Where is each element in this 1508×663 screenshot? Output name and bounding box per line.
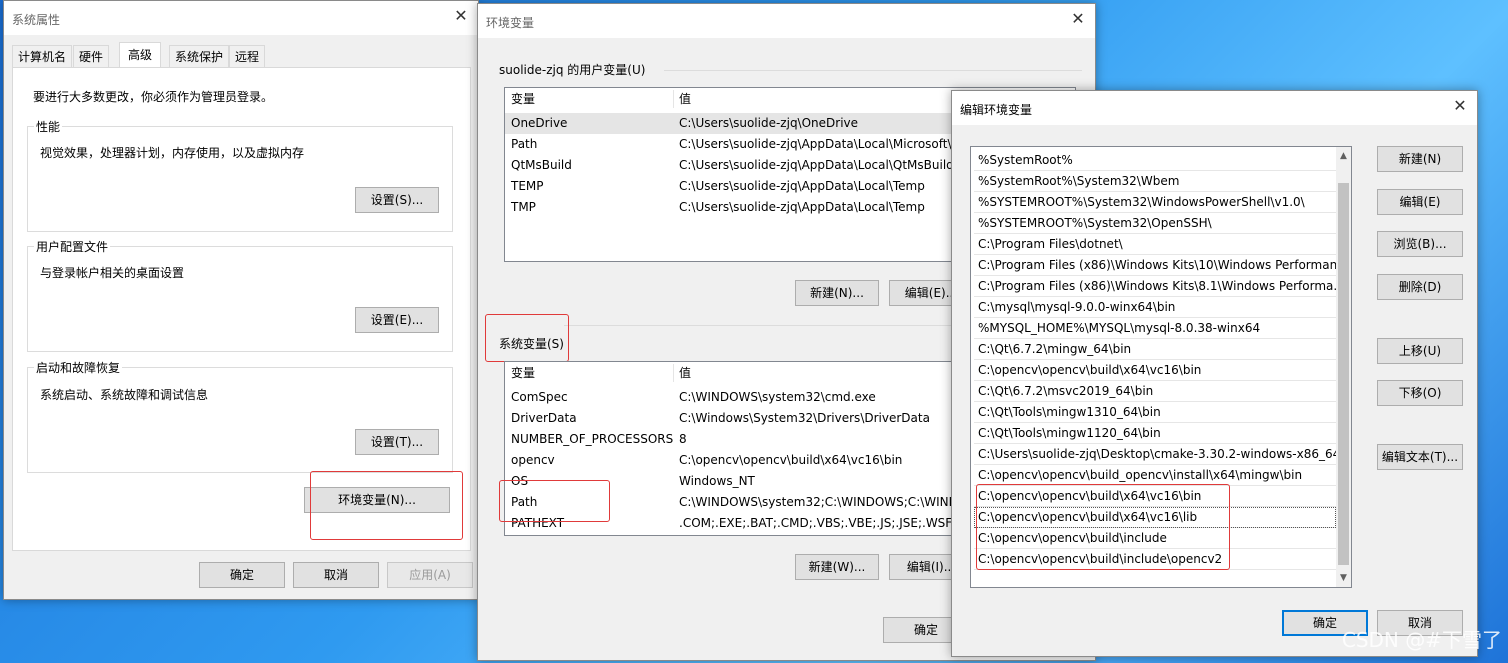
var-name: DriverData (511, 411, 577, 425)
edit-button[interactable]: 编辑(E) (1377, 189, 1463, 215)
list-item[interactable]: C:\opencv\opencv\build\x64\vc16\bin (974, 360, 1336, 381)
var-value: Windows_NT (679, 474, 755, 488)
move-down-button[interactable]: 下移(O) (1377, 380, 1463, 406)
highlight-path-row (499, 480, 610, 522)
scroll-up-icon[interactable]: ▲ (1336, 149, 1351, 163)
list-item[interactable]: %MYSQL_HOME%\MYSQL\mysql-8.0.38-winx64 (974, 318, 1336, 339)
var-name: QtMsBuild (511, 158, 572, 172)
window-title: 系统属性 (12, 13, 61, 27)
performance-settings-button[interactable]: 设置(S)... (355, 187, 439, 213)
new-button[interactable]: 新建(N) (1377, 146, 1463, 172)
profiles-label: 用户配置文件 (34, 238, 111, 255)
var-value: C:\Users\suolide-zjq\AppData\Local\QtMsB… (679, 158, 954, 172)
tab-advanced[interactable]: 高级 (119, 42, 162, 68)
highlight-opencv-entries (976, 484, 1230, 570)
title-bar: 系统属性 ✕ (4, 1, 478, 35)
scroll-down-icon[interactable]: ▼ (1336, 571, 1351, 585)
user-new-button[interactable]: 新建(N)... (795, 280, 879, 306)
var-value: C:\WINDOWS\system32\cmd.exe (679, 390, 876, 404)
var-value: C:\Users\suolide-zjq\OneDrive (679, 116, 859, 130)
close-icon[interactable]: ✕ (1451, 97, 1469, 115)
highlight-env-button (310, 471, 463, 540)
system-new-button[interactable]: 新建(W)... (795, 554, 879, 580)
vertical-scrollbar[interactable]: ▲ ▼ (1336, 147, 1351, 587)
var-value: C:\WINDOWS\system32;C:\WINDOWS;C:\WIND (679, 495, 958, 509)
list-item[interactable]: C:\opencv\opencv\build_opencv\install\x6… (974, 465, 1336, 486)
list-item[interactable]: C:\Program Files (x86)\Windows Kits\8.1\… (974, 276, 1336, 297)
var-value: C:\Users\suolide-zjq\AppData\Local\Temp (679, 200, 925, 214)
var-value: 8 (679, 432, 687, 446)
tab-remote[interactable]: 远程 (229, 45, 266, 67)
tab-computer-name[interactable]: 计算机名 (12, 45, 73, 67)
var-name: OneDrive (511, 116, 568, 130)
ok-button[interactable]: 确定 (199, 562, 285, 588)
title-bar: 编辑环境变量 ✕ (952, 91, 1477, 125)
var-value: C:\Users\suolide-zjq\AppData\Local\Temp (679, 179, 925, 193)
system-properties-window: 系统属性 ✕ 计算机名 硬件 高级 系统保护 远程 要进行大多数更改，你必须作为… (3, 0, 479, 600)
startup-group: 启动和故障恢复 系统启动、系统故障和调试信息 设置(T)... (27, 359, 453, 473)
var-name: ComSpec (511, 390, 568, 404)
column-header-value[interactable]: 值 (679, 362, 691, 384)
edit-environment-variable-window: 编辑环境变量 ✕ %SystemRoot% %SystemRoot%\System… (951, 90, 1478, 657)
tab-hardware[interactable]: 硬件 (73, 45, 110, 67)
column-separator (673, 364, 674, 382)
column-header-value[interactable]: 值 (679, 88, 691, 110)
title-bar: 环境变量 ✕ (478, 4, 1095, 38)
var-name: opencv (511, 453, 555, 467)
var-name: Path (511, 137, 538, 151)
list-item[interactable]: C:\Program Files\dotnet\ (974, 234, 1336, 255)
edit-text-button[interactable]: 编辑文本(T)... (1377, 444, 1463, 470)
list-item[interactable]: C:\Program Files (x86)\Windows Kits\10\W… (974, 255, 1336, 276)
delete-button[interactable]: 删除(D) (1377, 274, 1463, 300)
var-value: .COM;.EXE;.BAT;.CMD;.VBS;.VBE;.JS;.JSE;.… (679, 516, 972, 530)
list-item[interactable]: %SystemRoot% (974, 150, 1336, 171)
column-header-variable[interactable]: 变量 (511, 362, 535, 384)
performance-group: 性能 视觉效果，处理器计划，内存使用，以及虚拟内存 设置(S)... (27, 118, 453, 232)
close-icon[interactable]: ✕ (1069, 10, 1087, 28)
var-value: C:\Windows\System32\Drivers\DriverData (679, 411, 930, 425)
cancel-button[interactable]: 取消 (293, 562, 379, 588)
var-name: TMP (511, 200, 536, 214)
profiles-desc: 与登录帐户相关的桌面设置 (40, 266, 185, 280)
highlight-system-variables (485, 314, 569, 362)
list-item[interactable]: %SystemRoot%\System32\Wbem (974, 171, 1336, 192)
list-item[interactable]: %SYSTEMROOT%\System32\WindowsPowerShell\… (974, 192, 1336, 213)
list-item[interactable]: C:\Qt\Tools\mingw1310_64\bin (974, 402, 1336, 423)
startup-label: 启动和故障恢复 (34, 359, 123, 376)
performance-label: 性能 (34, 118, 63, 135)
window-title: 环境变量 (486, 16, 535, 30)
column-separator (673, 90, 674, 108)
admin-note: 要进行大多数更改，你必须作为管理员登录。 (33, 90, 274, 104)
close-icon[interactable]: ✕ (452, 7, 470, 25)
var-name: TEMP (511, 179, 544, 193)
list-item[interactable]: C:\Users\suolide-zjq\Desktop\cmake-3.30.… (974, 444, 1336, 465)
column-header-variable[interactable]: 变量 (511, 88, 535, 110)
tab-system-protection[interactable]: 系统保护 (169, 45, 230, 67)
advanced-panel: 要进行大多数更改，你必须作为管理员登录。 性能 视觉效果，处理器计划，内存使用，… (12, 67, 471, 551)
var-name: NUMBER_OF_PROCESSORS (511, 432, 674, 446)
divider (664, 70, 1082, 71)
browse-button[interactable]: 浏览(B)... (1377, 231, 1463, 257)
user-variables-label: suolide-zjq 的用户变量(U) (499, 63, 646, 77)
profiles-settings-button[interactable]: 设置(E)... (355, 307, 439, 333)
var-value: C:\opencv\opencv\build\x64\vc16\bin (679, 453, 903, 467)
apply-button[interactable]: 应用(A) (387, 562, 473, 588)
performance-desc: 视觉效果，处理器计划，内存使用，以及虚拟内存 (40, 146, 305, 160)
list-item[interactable]: C:\mysql\mysql-9.0.0-winx64\bin (974, 297, 1336, 318)
profiles-group: 用户配置文件 与登录帐户相关的桌面设置 设置(E)... (27, 238, 453, 352)
list-item[interactable]: C:\Qt\Tools\mingw1120_64\bin (974, 423, 1336, 444)
startup-desc: 系统启动、系统故障和调试信息 (40, 388, 209, 402)
list-item[interactable]: C:\Qt\6.7.2\mingw_64\bin (974, 339, 1336, 360)
window-title: 编辑环境变量 (960, 103, 1033, 117)
scroll-thumb[interactable] (1338, 183, 1349, 565)
watermark: CSDN @#下雪了 (1341, 628, 1502, 652)
list-item[interactable]: C:\Qt\6.7.2\msvc2019_64\bin (974, 381, 1336, 402)
move-up-button[interactable]: 上移(U) (1377, 338, 1463, 364)
list-item[interactable]: %SYSTEMROOT%\System32\OpenSSH\ (974, 213, 1336, 234)
startup-settings-button[interactable]: 设置(T)... (355, 429, 439, 455)
var-value: C:\Users\suolide-zjq\AppData\Local\Micro… (679, 137, 952, 151)
